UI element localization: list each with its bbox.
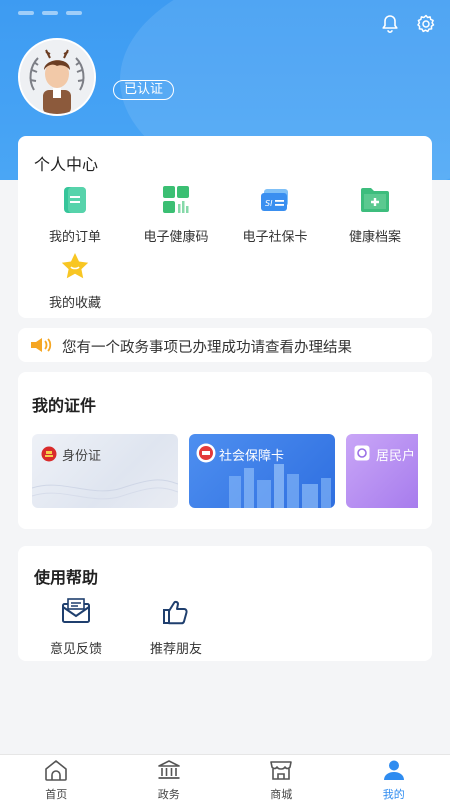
tab-shop[interactable]: 商城 [225, 755, 338, 800]
personal-center-title: 个人中心 [34, 155, 99, 174]
order-icon [64, 187, 86, 213]
speaker-icon [31, 338, 52, 352]
national-emblem-icon [41, 446, 57, 462]
social-card-label: 电子社保卡 [242, 230, 308, 245]
tab-mine-label: 我的 [382, 788, 405, 800]
thumbs-up-icon [163, 600, 188, 625]
tab-mine[interactable]: 我的 [338, 755, 450, 800]
household-register-label: 居民户 [376, 449, 416, 464]
avatar[interactable] [18, 38, 96, 116]
bottom-tab-bar: 首页 政务 商城 我的 [0, 754, 450, 800]
bell-icon[interactable] [378, 12, 402, 36]
recommend-friend-label: 推荐朋友 [149, 642, 202, 657]
help-card: 使用帮助 意见反馈 推荐朋友 [18, 546, 432, 661]
user-icon [383, 760, 404, 780]
tab-government[interactable]: 政务 [113, 755, 226, 800]
id-card-pattern [32, 479, 178, 500]
order-item[interactable]: 我的订单 [23, 186, 127, 245]
notice-bar[interactable]: 您有一个政务事项已办理成功请查看办理结果 [18, 328, 432, 362]
verified-badge: 已认证 [113, 80, 175, 100]
social-security-card[interactable]: 社会保障卡 [189, 434, 335, 508]
health-code-item[interactable]: 电子健康码 [124, 186, 228, 245]
favorites-item[interactable]: 我的收藏 [23, 252, 127, 311]
health-record-label: 健康档案 [348, 230, 401, 245]
social-security-logo-icon [196, 443, 216, 463]
tab-government-label: 政务 [157, 788, 180, 800]
feedback-label: 意见反馈 [49, 642, 102, 657]
order-label: 我的订单 [48, 230, 101, 245]
tab-home-label: 首页 [45, 788, 68, 800]
svg-text:SI: SI [265, 199, 273, 208]
favorites-label: 我的收藏 [48, 296, 101, 311]
social-card-item[interactable]: SI 电子社保卡 [223, 186, 327, 245]
social-security-label: 社会保障卡 [219, 449, 285, 464]
tab-home[interactable]: 首页 [0, 755, 113, 800]
recommend-friend-item[interactable]: 推荐朋友 [124, 598, 228, 657]
health-code-icon [163, 186, 189, 213]
feedback-item[interactable]: 意见反馈 [24, 598, 128, 657]
header-actions [378, 12, 438, 36]
status-bar [18, 0, 90, 15]
star-icon [61, 253, 89, 279]
id-card-label: 身份证 [62, 449, 102, 464]
feedback-mail-icon [62, 598, 90, 623]
social-card-icon: SI [261, 189, 288, 211]
help-title: 使用帮助 [34, 568, 99, 587]
health-record-item[interactable]: 健康档案 [323, 186, 427, 245]
household-register-card[interactable]: 居民户 [346, 434, 418, 508]
home-icon [45, 760, 68, 781]
tab-shop-label: 商城 [270, 788, 293, 800]
health-record-icon [361, 188, 389, 212]
certificates-title: 我的证件 [32, 396, 97, 415]
household-icon [354, 445, 370, 461]
notice-text: 您有一个政务事项已办理成功请查看办理结果 [62, 340, 352, 356]
id-card[interactable]: 身份证 [32, 434, 178, 508]
shop-icon [270, 761, 293, 780]
personal-center-card: 个人中心 我的订单 电子健康码 SI 电子社保卡 健康档案 我的收藏 [18, 136, 432, 318]
gear-icon[interactable] [414, 12, 438, 36]
city-skyline-illustration [229, 464, 331, 508]
government-building-icon [157, 760, 180, 779]
health-code-label: 电子健康码 [143, 230, 209, 245]
